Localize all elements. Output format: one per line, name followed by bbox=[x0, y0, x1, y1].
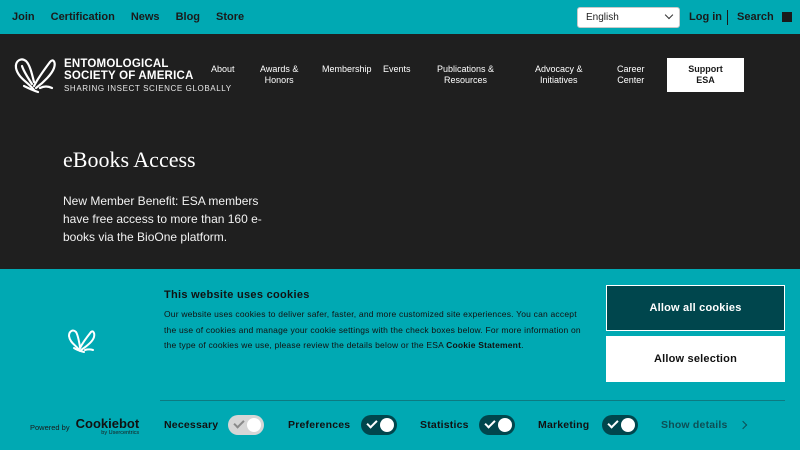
login-link[interactable]: Log in bbox=[689, 0, 722, 34]
necessary-toggle[interactable] bbox=[228, 415, 264, 435]
preferences-toggle[interactable] bbox=[361, 415, 397, 435]
news-link[interactable]: News bbox=[131, 11, 160, 23]
logo-tagline: SHARING INSECT SCIENCE GLOBALLY bbox=[64, 83, 232, 93]
check-icon bbox=[484, 417, 496, 429]
nav-career-label-1: Career bbox=[617, 64, 645, 74]
nav-career-label-2: Center bbox=[617, 75, 645, 85]
allow-all-cookies-button[interactable]: Allow all cookies bbox=[606, 285, 785, 331]
utility-bar: Join Certification News Blog Store Engli… bbox=[0, 0, 800, 34]
cookie-title: This website uses cookies bbox=[164, 289, 310, 301]
nav-about[interactable]: About bbox=[211, 64, 235, 75]
powered-by-label: Powered by bbox=[30, 423, 70, 432]
nav-publications-resources[interactable]: Publications & Resources bbox=[437, 64, 494, 86]
marketing-label: Marketing bbox=[538, 419, 590, 431]
logo-line-1: ENTOMOLOGICAL bbox=[64, 57, 169, 70]
nav-awards-honors[interactable]: Awards & Honors bbox=[260, 64, 298, 86]
main-header: ENTOMOLOGICAL SOCIETY OF AMERICA SHARING… bbox=[0, 34, 800, 120]
cookie-body-end: . bbox=[521, 340, 524, 350]
statistics-toggle-group: Statistics bbox=[420, 414, 515, 436]
necessary-toggle-group: Necessary bbox=[164, 414, 264, 436]
nav-awards-label-1: Awards & bbox=[260, 64, 299, 74]
show-details-button[interactable]: Show details bbox=[661, 414, 747, 436]
nav-advocacy-initiatives[interactable]: Advocacy & Initiatives bbox=[535, 64, 583, 86]
cookiebot-brand: Cookiebot bbox=[75, 416, 140, 431]
nav-membership-label: Membership bbox=[322, 64, 372, 74]
search-icon bbox=[781, 12, 792, 22]
statistics-toggle[interactable] bbox=[479, 415, 515, 435]
nav-advocacy-label-2: Initiatives bbox=[540, 75, 578, 85]
utility-links: Join Certification News Blog Store bbox=[12, 0, 244, 34]
allow-selection-button[interactable]: Allow selection bbox=[606, 336, 785, 382]
search-button[interactable]: Search bbox=[737, 0, 792, 34]
cookie-consent-banner: Powered by Cookiebot by Usercentrics Thi… bbox=[0, 269, 800, 450]
logo-line-2: SOCIETY OF AMERICA bbox=[64, 69, 194, 82]
cookiebot-logo-icon bbox=[66, 325, 96, 360]
marketing-toggle-group: Marketing bbox=[538, 414, 638, 436]
check-icon bbox=[366, 417, 378, 429]
nav-membership[interactable]: Membership bbox=[322, 64, 372, 75]
check-icon bbox=[233, 417, 245, 429]
certification-link[interactable]: Certification bbox=[51, 11, 115, 23]
search-label: Search bbox=[737, 11, 774, 23]
powered-by-cookiebot[interactable]: Powered by Cookiebot by Usercentrics bbox=[30, 416, 140, 436]
nav-career-center[interactable]: Career Center bbox=[617, 64, 645, 86]
cookie-statement-link[interactable]: Cookie Statement bbox=[446, 340, 521, 350]
page-title: eBooks Access bbox=[63, 147, 196, 172]
statistics-label: Statistics bbox=[420, 419, 469, 431]
check-icon bbox=[607, 417, 619, 429]
divider bbox=[727, 10, 728, 25]
preferences-toggle-group: Preferences bbox=[288, 414, 397, 436]
preferences-label: Preferences bbox=[288, 419, 351, 431]
join-link[interactable]: Join bbox=[12, 11, 35, 23]
nav-publications-label-1: Publications & bbox=[437, 64, 495, 74]
nav-events[interactable]: Events bbox=[383, 64, 411, 75]
cookie-description: Our website uses cookies to deliver safe… bbox=[164, 307, 582, 354]
show-details-label: Show details bbox=[661, 419, 728, 431]
nav-about-label: About bbox=[211, 64, 235, 74]
marketing-toggle[interactable] bbox=[602, 415, 638, 435]
language-value: English bbox=[586, 12, 619, 23]
hero-description: New Member Benefit: ESA members have fre… bbox=[63, 194, 262, 244]
divider bbox=[160, 400, 785, 401]
chevron-down-icon bbox=[664, 10, 674, 20]
chevron-right-icon bbox=[738, 420, 747, 430]
support-esa-button[interactable]: Support ESA bbox=[667, 58, 744, 92]
nav-publications-label-2: Resources bbox=[444, 75, 488, 85]
nav-awards-label-2: Honors bbox=[264, 75, 294, 85]
esa-logo[interactable]: ENTOMOLOGICAL SOCIETY OF AMERICA SHARING… bbox=[12, 52, 232, 98]
necessary-label: Necessary bbox=[164, 419, 219, 431]
support-label-2: ESA bbox=[696, 75, 715, 85]
nav-events-label: Events bbox=[383, 64, 411, 74]
support-label-1: Support bbox=[688, 64, 723, 74]
language-select[interactable]: English bbox=[577, 7, 680, 28]
blog-link[interactable]: Blog bbox=[176, 11, 200, 23]
store-link[interactable]: Store bbox=[216, 11, 244, 23]
nav-advocacy-label-1: Advocacy & bbox=[535, 64, 583, 74]
butterfly-logo-icon bbox=[14, 58, 56, 94]
